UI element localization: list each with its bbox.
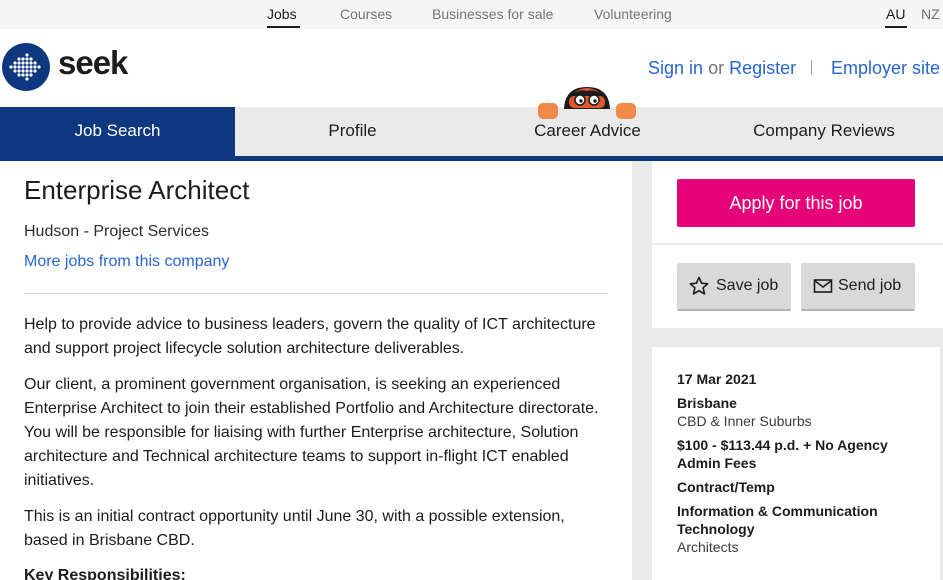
save-job-label: Save job [716, 277, 779, 294]
peeking-mascot-icon [538, 87, 636, 119]
sign-in-link[interactable]: Sign in [648, 58, 703, 78]
seek-wordmark[interactable]: seek [58, 44, 128, 82]
subclassification[interactable]: Architects [677, 539, 738, 555]
send-job-label: Send job [838, 277, 902, 294]
tab-profile[interactable]: Profile [235, 107, 470, 156]
tab-job-search[interactable]: Job Search [0, 107, 235, 156]
listing-date: 17 Mar 2021 [677, 371, 757, 387]
topnav-active-indicator [267, 26, 300, 28]
envelope-icon [813, 279, 833, 293]
topnav-courses[interactable]: Courses [340, 6, 392, 22]
company-name: Hudson - Project Services [24, 223, 209, 240]
salary-line: Admin Fees [677, 455, 757, 471]
content-divider [24, 293, 608, 294]
more-jobs-link[interactable]: More jobs from this company [24, 253, 229, 271]
job-location[interactable]: Brisbane [677, 395, 737, 411]
country-nz[interactable]: NZ [921, 6, 940, 22]
star-icon [689, 276, 709, 295]
job-description-paragraph: This is an initial contract opportunity … [24, 508, 565, 549]
topnav-businesses-for-sale[interactable]: Businesses for sale [432, 6, 553, 22]
auth-links: Sign in or Register [648, 58, 796, 79]
employer-area: Employer site [831, 58, 940, 79]
auth-or-text: or [708, 58, 725, 78]
site-header: seek Sign in or Register Employer site [0, 29, 943, 107]
country-active-indicator [885, 26, 907, 28]
work-type: Contract/Temp [677, 479, 775, 495]
main-nav: Job Search Profile Career Advice Company… [0, 107, 943, 156]
top-strip: Jobs Courses Businesses for sale Volunte… [0, 0, 943, 29]
country-au[interactable]: AU [886, 6, 905, 22]
classification-line[interactable]: Technology [677, 521, 755, 537]
topnav-jobs[interactable]: Jobs [267, 6, 297, 22]
job-title: Enterprise Architect [24, 175, 250, 205]
register-link[interactable]: Register [729, 58, 796, 78]
classification-line[interactable]: Information & Communication [677, 503, 878, 519]
tab-company-reviews[interactable]: Company Reviews [705, 107, 943, 156]
header-separator [811, 60, 812, 75]
job-description-paragraph: Our client, a prominent government organ… [24, 376, 599, 489]
job-area[interactable]: CBD & Inner Suburbs [677, 413, 812, 429]
topnav-volunteering[interactable]: Volunteering [594, 6, 672, 22]
seek-logo-icon[interactable] [2, 43, 50, 91]
save-job-button[interactable]: Save job [677, 263, 791, 311]
employer-site-link[interactable]: Employer site [831, 58, 940, 78]
job-description-paragraph: Help to provide advice to business leade… [24, 316, 596, 357]
key-responsibilities-heading: Key Responsibilities: [24, 567, 186, 580]
salary-line: $100 - $113.44 p.d. + No Agency [677, 437, 888, 453]
apply-button[interactable]: Apply for this job [677, 179, 915, 227]
send-job-button[interactable]: Send job [801, 263, 915, 311]
